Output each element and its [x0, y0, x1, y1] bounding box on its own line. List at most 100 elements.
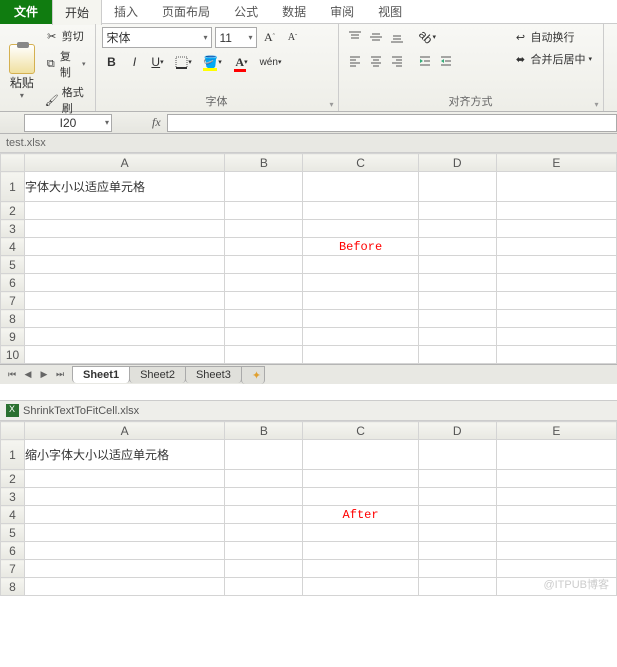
cell[interactable]	[418, 578, 496, 596]
align-center-button[interactable]	[366, 51, 386, 71]
tab-review[interactable]: 审阅	[318, 0, 366, 24]
fill-color-button[interactable]: 🪣▾	[200, 52, 226, 72]
cell[interactable]	[496, 440, 616, 470]
row-header[interactable]: 7	[1, 560, 25, 578]
cell[interactable]	[225, 542, 303, 560]
sheet-nav-last[interactable]: ⏭	[52, 369, 68, 380]
cell[interactable]	[225, 274, 303, 292]
cell[interactable]	[303, 346, 418, 364]
cell[interactable]	[225, 256, 303, 274]
cell[interactable]	[303, 578, 418, 596]
new-sheet-button[interactable]: ✦	[241, 366, 265, 384]
cell[interactable]	[496, 346, 616, 364]
col-header[interactable]: D	[418, 422, 496, 440]
increase-indent-button[interactable]	[436, 51, 456, 71]
label-after[interactable]: After	[303, 506, 418, 524]
tab-home[interactable]: 开始	[52, 0, 102, 25]
row-header[interactable]: 8	[1, 310, 25, 328]
italic-button[interactable]: I	[125, 52, 145, 72]
cell[interactable]	[418, 202, 496, 220]
cell[interactable]	[418, 256, 496, 274]
cell[interactable]	[496, 560, 616, 578]
cell[interactable]	[303, 274, 418, 292]
row-header[interactable]: 6	[1, 274, 25, 292]
align-right-button[interactable]	[387, 51, 407, 71]
decrease-font-button[interactable]: Aˇ	[283, 28, 303, 48]
tab-file[interactable]: 文件	[0, 0, 52, 24]
col-header[interactable]: B	[225, 422, 303, 440]
cell[interactable]	[496, 256, 616, 274]
row-header[interactable]: 3	[1, 220, 25, 238]
paste-button[interactable]: 粘贴 ▾	[6, 27, 38, 117]
cell[interactable]	[496, 542, 616, 560]
cell-a1-shrunk[interactable]: 缩小字体大小以适应单元格	[25, 440, 225, 470]
merge-center-button[interactable]: ⬌合并后居中▾	[511, 49, 597, 69]
cell[interactable]	[496, 202, 616, 220]
cell[interactable]	[225, 238, 303, 256]
col-header[interactable]: A	[25, 154, 225, 172]
cell[interactable]	[418, 220, 496, 238]
cell[interactable]	[303, 440, 418, 470]
col-header[interactable]: C	[303, 422, 418, 440]
cell[interactable]	[496, 524, 616, 542]
cell[interactable]	[225, 470, 303, 488]
cell[interactable]	[25, 274, 225, 292]
cell[interactable]	[225, 346, 303, 364]
cell[interactable]	[25, 238, 225, 256]
phonetic-button[interactable]: wén▾	[258, 52, 284, 72]
align-middle-button[interactable]	[366, 27, 386, 47]
col-header[interactable]: E	[496, 154, 616, 172]
cell[interactable]	[25, 346, 225, 364]
cell[interactable]	[496, 292, 616, 310]
copy-button[interactable]: ⧉复制 ▾	[42, 47, 89, 81]
tab-data[interactable]: 数据	[270, 0, 318, 24]
cell[interactable]	[418, 440, 496, 470]
row-header[interactable]: 1	[1, 440, 25, 470]
cell[interactable]	[225, 172, 303, 202]
cell[interactable]	[418, 542, 496, 560]
row-header[interactable]: 7	[1, 292, 25, 310]
cell[interactable]	[225, 220, 303, 238]
sheet-tab[interactable]: Sheet3	[185, 366, 242, 383]
col-header[interactable]: C	[303, 154, 418, 172]
select-all-1[interactable]	[1, 154, 25, 172]
cell[interactable]	[303, 172, 418, 202]
sheet-tab[interactable]: Sheet2	[129, 366, 186, 383]
cell[interactable]	[418, 238, 496, 256]
cell[interactable]	[225, 292, 303, 310]
underline-button[interactable]: U▾	[148, 52, 168, 72]
cell[interactable]	[303, 220, 418, 238]
name-box[interactable]: I20	[24, 114, 112, 132]
cell[interactable]	[25, 256, 225, 274]
row-header[interactable]: 2	[1, 470, 25, 488]
select-all-2[interactable]	[1, 422, 25, 440]
cell[interactable]	[25, 470, 225, 488]
sheet-nav-prev[interactable]: ◀	[20, 369, 36, 380]
cell[interactable]	[25, 524, 225, 542]
tab-insert[interactable]: 插入	[102, 0, 150, 24]
cut-button[interactable]: ✂剪切	[42, 27, 89, 45]
fx-icon[interactable]: fx	[152, 115, 161, 130]
cell[interactable]	[418, 274, 496, 292]
cell[interactable]	[303, 292, 418, 310]
cell[interactable]	[418, 328, 496, 346]
align-top-button[interactable]	[345, 27, 365, 47]
row-header[interactable]: 10	[1, 346, 25, 364]
cell[interactable]	[25, 328, 225, 346]
cell[interactable]	[303, 560, 418, 578]
cell[interactable]	[303, 542, 418, 560]
cell[interactable]	[418, 292, 496, 310]
row-header[interactable]: 1	[1, 172, 25, 202]
sheet-nav-next[interactable]: ▶	[36, 369, 52, 380]
cell[interactable]	[496, 506, 616, 524]
cell[interactable]	[303, 310, 418, 328]
row-header[interactable]: 9	[1, 328, 25, 346]
cell[interactable]	[25, 292, 225, 310]
border-button[interactable]: ▾	[171, 52, 197, 72]
col-header[interactable]: E	[496, 422, 616, 440]
cell[interactable]	[225, 578, 303, 596]
cell[interactable]	[303, 524, 418, 542]
cell[interactable]	[225, 202, 303, 220]
workbook-tab-1[interactable]: test.xlsx	[0, 134, 617, 153]
formula-input[interactable]	[167, 114, 617, 132]
